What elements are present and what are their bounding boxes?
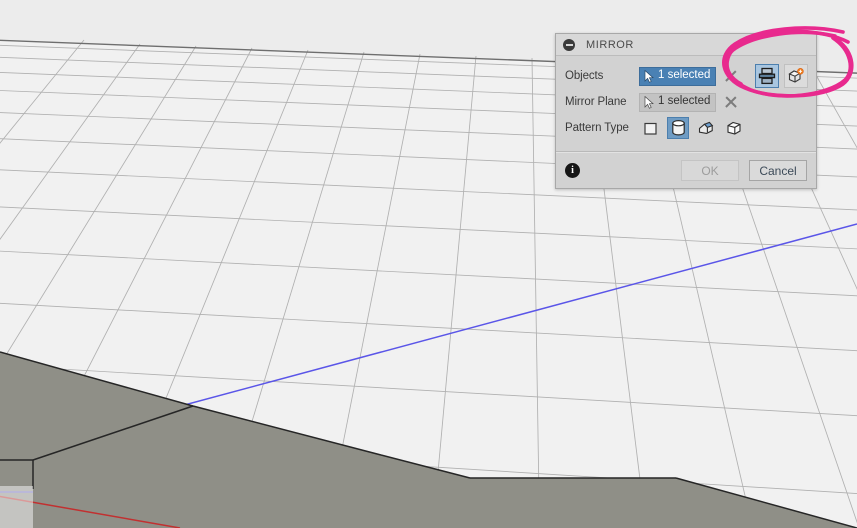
pattern-type-options <box>639 117 745 139</box>
fusion360-screenshot: MIRROR Objects 1 selected Mirror Plane 1… <box>0 0 857 528</box>
ok-button[interactable]: OK <box>681 160 739 181</box>
ground-strip-bottom-left <box>0 486 33 528</box>
mirror-compute-icon[interactable] <box>755 64 779 88</box>
tool-icon-group <box>755 64 808 88</box>
objects-clear-x-icon[interactable] <box>723 68 739 84</box>
dialog-footer: i OK Cancel <box>556 153 816 188</box>
pattern-type-body-icon[interactable] <box>667 117 689 139</box>
pattern-type-row: Pattern Type <box>556 115 816 141</box>
new-component-icon[interactable] <box>784 64 808 88</box>
new-component-glyph <box>788 68 804 83</box>
mirror-plane-label: Mirror Plane <box>565 96 627 108</box>
mirror-plane-selection-value: 1 selected <box>658 95 711 108</box>
pattern-type-sketch-icon[interactable] <box>639 117 661 139</box>
selection-cursor-icon <box>644 69 654 83</box>
mirror-plane-row: Mirror Plane 1 selected <box>556 89 816 115</box>
dialog-buttons: OK Cancel <box>681 160 807 181</box>
pattern-type-body-glyph <box>671 120 685 136</box>
objects-selection-field[interactable]: 1 selected <box>639 66 716 86</box>
mirror-plane-selection-field[interactable]: 1 selected <box>639 92 716 112</box>
objects-selection-value: 1 selected <box>658 69 711 82</box>
pattern-type-component-glyph <box>727 121 741 135</box>
dialog-title: MIRROR <box>586 38 634 51</box>
minus-circle-icon[interactable] <box>563 38 575 51</box>
objects-row: Objects 1 selected <box>556 63 816 89</box>
dialog-titlebar[interactable]: MIRROR <box>556 34 816 56</box>
pattern-type-component-icon[interactable] <box>723 117 745 139</box>
pattern-type-feature-glyph <box>698 121 714 134</box>
pattern-type-feature-icon[interactable] <box>695 117 717 139</box>
dialog-body: Objects 1 selected Mirror Plane 1 select… <box>556 56 816 149</box>
selection-cursor-icon <box>644 95 654 109</box>
mirror-dialog[interactable]: MIRROR Objects 1 selected Mirror Plane 1… <box>555 33 817 189</box>
objects-label: Objects <box>565 70 604 82</box>
pattern-type-sketch-glyph <box>643 122 657 135</box>
pattern-type-label: Pattern Type <box>565 122 629 134</box>
mirror-plane-clear-x-icon[interactable] <box>723 94 739 110</box>
info-icon[interactable]: i <box>565 163 580 178</box>
cancel-button[interactable]: Cancel <box>749 160 807 181</box>
mirror-compute-glyph <box>758 67 776 85</box>
